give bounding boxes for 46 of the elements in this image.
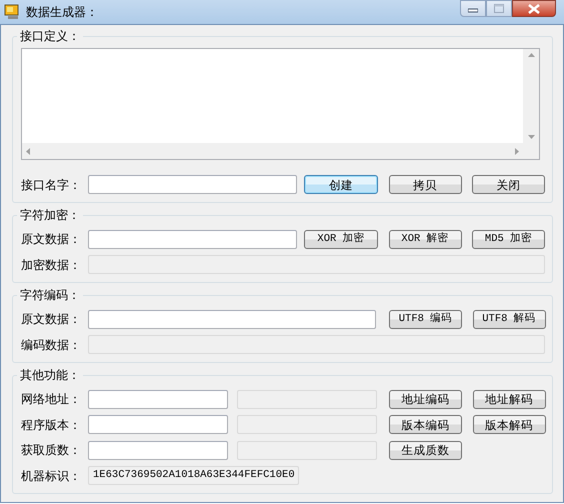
- action-button[interactable]: 拷贝: [388, 175, 462, 194]
- input-field[interactable]: [88, 390, 228, 409]
- action-button[interactable]: XOR 加密: [304, 230, 378, 249]
- machine-id-field: 1E63C7369502A1018A63E344FEFC10E0: [88, 466, 299, 486]
- close-button[interactable]: [512, 0, 556, 17]
- input-field[interactable]: [88, 310, 376, 329]
- scroll-right-icon[interactable]: [515, 148, 519, 154]
- input-field[interactable]: [88, 230, 297, 249]
- action-button[interactable]: 地址解码: [472, 390, 546, 409]
- minimize-button[interactable]: [460, 0, 486, 17]
- field-label: 加密数据：: [21, 256, 82, 274]
- action-button[interactable]: 版本解码: [472, 415, 546, 434]
- group-title: 其他功能：: [17, 368, 83, 382]
- field-label: 原文数据：: [21, 311, 82, 328]
- scroll-left-icon[interactable]: [26, 148, 30, 154]
- group-title: 接口定义：: [17, 29, 83, 43]
- action-button[interactable]: 关闭: [472, 175, 545, 194]
- action-button[interactable]: XOR 解密: [388, 230, 462, 249]
- scroll-up-icon[interactable]: [528, 53, 534, 57]
- input-field[interactable]: [88, 415, 228, 434]
- vertical-scrollbar[interactable]: [523, 49, 539, 143]
- window-title: 数据生成器：: [26, 4, 98, 21]
- horizontal-scrollbar[interactable]: [22, 143, 523, 159]
- input-field[interactable]: [88, 440, 228, 460]
- action-button[interactable]: UTF8 解码: [472, 310, 546, 329]
- field-label: 编码数据：: [21, 336, 82, 354]
- scroll-down-icon[interactable]: [528, 135, 534, 139]
- input-field[interactable]: [88, 175, 297, 194]
- group-title: 字符编码：: [17, 288, 83, 302]
- action-button[interactable]: MD5 加密: [472, 230, 545, 249]
- field-label: 接口名字：: [21, 176, 82, 194]
- text-area[interactable]: [21, 48, 540, 160]
- action-button[interactable]: 地址编码: [389, 390, 462, 409]
- field-label: 获取质数：: [21, 442, 82, 460]
- field-label: 原文数据：: [21, 231, 82, 248]
- field-label: 机器标识：: [21, 468, 82, 485]
- group-title: 字符加密：: [17, 208, 83, 222]
- action-button[interactable]: 创建: [304, 175, 378, 194]
- field-label: 网络地址：: [21, 391, 82, 408]
- action-button[interactable]: 版本编码: [389, 415, 462, 434]
- field-label: 程序版本：: [21, 416, 82, 434]
- app-icon: [4, 4, 20, 20]
- maximize-icon: [494, 4, 504, 13]
- close-icon: [528, 4, 540, 14]
- action-button[interactable]: UTF8 编码: [389, 310, 462, 329]
- action-button[interactable]: 生成质数: [389, 440, 462, 460]
